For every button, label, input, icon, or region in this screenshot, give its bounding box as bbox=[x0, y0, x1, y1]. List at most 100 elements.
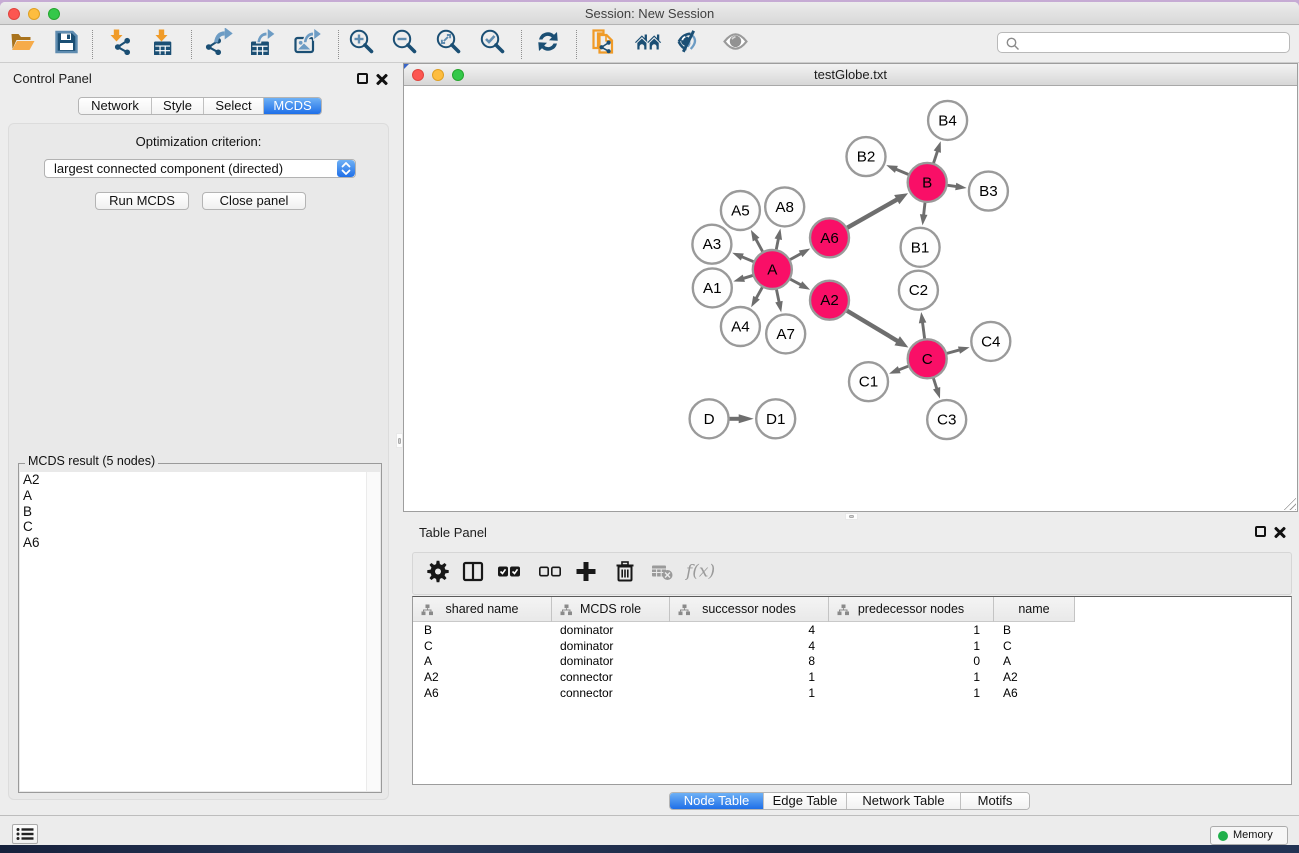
clone-network-button[interactable] bbox=[590, 28, 617, 60]
column-header-shared-name[interactable]: shared name bbox=[413, 597, 552, 622]
control-panel-close-button[interactable] bbox=[376, 73, 388, 85]
graph-node-B[interactable]: B bbox=[908, 163, 947, 202]
table-panel-close-button[interactable] bbox=[1274, 526, 1286, 538]
function-builder-button[interactable]: f(x) bbox=[684, 559, 718, 588]
horizontal-split-handle[interactable] bbox=[845, 513, 858, 520]
search-input[interactable] bbox=[1024, 34, 1284, 51]
graph-node-A4[interactable]: A4 bbox=[721, 307, 760, 346]
graph-node-D[interactable]: D bbox=[690, 399, 729, 438]
zoom-selected-button[interactable] bbox=[479, 28, 506, 60]
save-session-button[interactable] bbox=[53, 28, 80, 60]
show-column-button[interactable] bbox=[461, 559, 485, 588]
graph-node-A5[interactable]: A5 bbox=[721, 191, 760, 230]
zoom-fit-button[interactable] bbox=[435, 28, 462, 60]
column-header-MCDS-role[interactable]: MCDS role bbox=[552, 597, 670, 622]
import-table-button[interactable] bbox=[150, 28, 177, 60]
create-column-button[interactable] bbox=[574, 559, 598, 588]
graph-edge-B-B2[interactable] bbox=[886, 165, 909, 175]
graph-edge-D-D1[interactable] bbox=[728, 414, 754, 423]
graph-node-A1[interactable]: A1 bbox=[693, 268, 732, 307]
graph-edge-A-A1[interactable] bbox=[733, 275, 754, 282]
open-file-button[interactable] bbox=[9, 28, 36, 60]
graph-node-C3[interactable]: C3 bbox=[927, 400, 966, 439]
control-panel-tab-select[interactable]: Select bbox=[204, 98, 264, 114]
table-tab-edge-table[interactable]: Edge Table bbox=[764, 793, 847, 809]
table-row[interactable]: A6connector11A6 bbox=[413, 686, 1291, 702]
graph-edge-C-C1[interactable] bbox=[889, 366, 910, 374]
table-row[interactable]: Cdominator41C bbox=[413, 639, 1291, 655]
column-header-predecessor-nodes[interactable]: predecessor nodes bbox=[829, 597, 994, 622]
graph-node-B4[interactable]: B4 bbox=[928, 101, 967, 140]
import-network-button[interactable] bbox=[107, 28, 134, 60]
control-panel-tab-network[interactable]: Network bbox=[79, 98, 152, 114]
close-panel-button[interactable]: Close panel bbox=[202, 192, 306, 210]
graph-edge-A-A5[interactable] bbox=[751, 230, 763, 253]
graph-edge-A-A4[interactable] bbox=[751, 286, 763, 307]
graph-node-A2[interactable]: A2 bbox=[810, 281, 849, 320]
graph-edge-A-A7[interactable] bbox=[775, 288, 782, 312]
refresh-layout-button[interactable] bbox=[535, 28, 562, 60]
nested-network-button[interactable] bbox=[635, 28, 662, 60]
graph-edge-A-A3[interactable] bbox=[732, 253, 755, 262]
export-network-button[interactable] bbox=[206, 28, 233, 60]
graph-edge-A2-C[interactable] bbox=[846, 310, 909, 348]
export-table-button[interactable] bbox=[249, 28, 276, 60]
table-tab-node-table[interactable]: Node Table bbox=[670, 793, 764, 809]
export-image-button[interactable] bbox=[294, 28, 321, 60]
column-header-successor-nodes[interactable]: successor nodes bbox=[670, 597, 829, 622]
zoom-in-button[interactable] bbox=[348, 28, 375, 60]
graph-edge-B-B3[interactable] bbox=[946, 183, 967, 191]
graph-node-C1[interactable]: C1 bbox=[849, 362, 888, 401]
graph-edge-B-B4[interactable] bbox=[933, 141, 941, 164]
graph-node-A6[interactable]: A6 bbox=[810, 218, 849, 257]
table-tab-network-table[interactable]: Network Table bbox=[847, 793, 961, 809]
control-panel-float-button[interactable] bbox=[357, 73, 368, 84]
mcds-result-item[interactable]: B bbox=[20, 504, 380, 520]
mcds-result-list[interactable]: A2ABCA6 bbox=[20, 472, 380, 791]
graph-node-D1[interactable]: D1 bbox=[756, 399, 795, 438]
table-row[interactable]: Adominator80A bbox=[413, 654, 1291, 670]
graph-node-B1[interactable]: B1 bbox=[901, 228, 940, 267]
hide-selected-button[interactable] bbox=[677, 28, 704, 60]
graph-node-C4[interactable]: C4 bbox=[971, 322, 1010, 361]
graph-node-A8[interactable]: A8 bbox=[765, 187, 804, 226]
graph-edge-C-C2[interactable] bbox=[919, 312, 927, 340]
graph-edge-B-B1[interactable] bbox=[920, 201, 928, 225]
graph-node-B3[interactable]: B3 bbox=[969, 172, 1008, 211]
search-box[interactable] bbox=[997, 32, 1290, 53]
graph-node-A7[interactable]: A7 bbox=[766, 314, 805, 353]
graph-node-B2[interactable]: B2 bbox=[847, 137, 886, 176]
graph-edge-C-C4[interactable] bbox=[946, 346, 970, 353]
run-mcds-button[interactable]: Run MCDS bbox=[95, 192, 189, 210]
memory-button[interactable]: Memory bbox=[1210, 826, 1288, 845]
optimization-criterion-dropdown[interactable]: largest connected component (directed) bbox=[44, 159, 356, 178]
graph-node-C2[interactable]: C2 bbox=[899, 271, 938, 310]
graph-edge-A-A2[interactable] bbox=[789, 278, 810, 289]
graph-edge-A-A8[interactable] bbox=[775, 228, 782, 250]
show-all-button[interactable] bbox=[723, 28, 750, 60]
delete-table-button[interactable] bbox=[650, 559, 674, 588]
graph-edge-A-A6[interactable] bbox=[789, 248, 810, 260]
select-all-columns-button[interactable] bbox=[497, 559, 521, 588]
graph-edge-C-C3[interactable] bbox=[933, 377, 940, 399]
control-panel-tab-mcds[interactable]: MCDS bbox=[264, 98, 321, 114]
network-canvas[interactable]: B4B2BB3A5A8A6B1A3AA1C2A2A4A7C4CC1C3DD1 bbox=[404, 86, 1297, 510]
graph-node-A3[interactable]: A3 bbox=[692, 225, 731, 264]
delete-column-button[interactable] bbox=[613, 559, 637, 588]
table-row[interactable]: A2connector11A2 bbox=[413, 670, 1291, 686]
graph-node-A[interactable]: A bbox=[753, 250, 792, 289]
zoom-out-button[interactable] bbox=[391, 28, 418, 60]
vertical-split-handle[interactable] bbox=[396, 433, 403, 448]
table-panel-float-button[interactable] bbox=[1255, 526, 1266, 537]
control-panel-tab-style[interactable]: Style bbox=[152, 98, 204, 114]
mcds-result-item[interactable]: C bbox=[20, 519, 380, 535]
table-row[interactable]: Bdominator41B bbox=[413, 623, 1291, 639]
table-tab-motifs[interactable]: Motifs bbox=[961, 793, 1029, 809]
mcds-result-item[interactable]: A2 bbox=[20, 472, 380, 488]
task-history-button[interactable] bbox=[12, 824, 38, 844]
table-options-gear-button[interactable] bbox=[426, 559, 450, 588]
mcds-result-item[interactable]: A bbox=[20, 488, 380, 504]
mcds-result-item[interactable]: A6 bbox=[20, 535, 380, 551]
unselect-all-columns-button[interactable] bbox=[538, 559, 562, 588]
column-header-name[interactable]: name bbox=[994, 597, 1075, 622]
